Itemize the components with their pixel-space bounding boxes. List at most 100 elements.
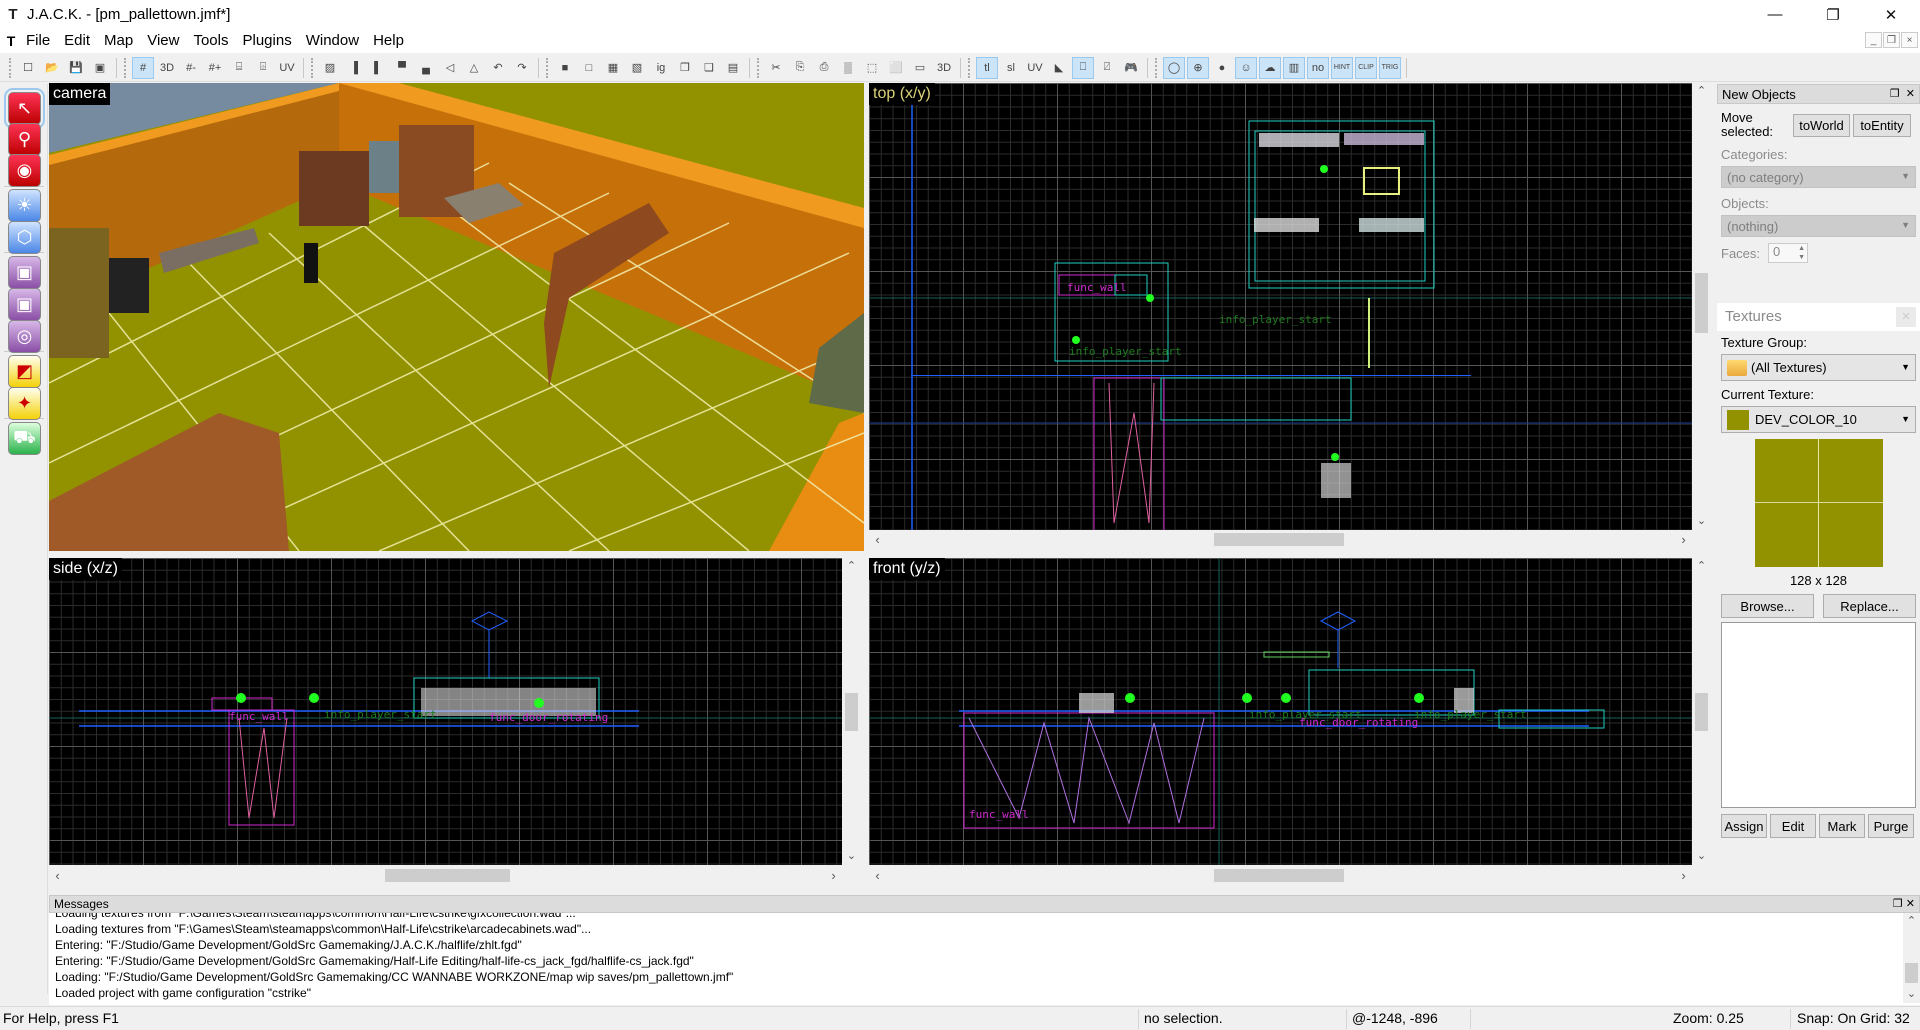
3d-box-button[interactable]: 3D	[933, 57, 955, 79]
hollow-button[interactable]: ▤	[722, 57, 744, 79]
front-hscrollbar[interactable]: ‹ ›	[869, 867, 1692, 884]
cone-button[interactable]: ⊕	[1187, 56, 1209, 79]
uv-lock-button[interactable]: UV	[276, 57, 298, 79]
menu-window[interactable]: Window	[299, 29, 366, 53]
mdi-close-button[interactable]: ×	[1901, 32, 1918, 48]
toolbar-grip[interactable]	[124, 57, 128, 78]
edit-button[interactable]: Edit	[1770, 814, 1816, 838]
scroll-right-icon[interactable]: ›	[825, 867, 842, 884]
close-button[interactable]: ✕	[1862, 0, 1920, 29]
larger-grid-button[interactable]: #+	[204, 57, 226, 79]
scroll-down-icon[interactable]: ⌄	[1903, 986, 1920, 1003]
close-icon[interactable]: ✕	[1906, 898, 1915, 910]
close-icon[interactable]: ✕	[1896, 307, 1916, 327]
faces-spinner[interactable]: 0 ▲ ▼	[1768, 243, 1809, 263]
run-game-button[interactable]: 🎮	[1120, 57, 1142, 79]
assign-button[interactable]: Assign	[1721, 814, 1767, 838]
paint-button[interactable]: ◣	[1048, 57, 1070, 79]
select-box-button[interactable]: ⬚	[861, 57, 883, 79]
side-hscrollbar[interactable]: ‹ ›	[49, 867, 842, 884]
scroll-right-icon[interactable]: ›	[1675, 867, 1692, 884]
sl-button[interactable]: sl	[1000, 57, 1022, 79]
side-vscrollbar[interactable]: ⌃ ⌄	[843, 558, 860, 865]
scroll-down-icon[interactable]: ⌄	[843, 848, 860, 865]
tie-to-entity-button[interactable]: ❐	[674, 57, 696, 79]
block-tool[interactable]: ⬡	[8, 221, 41, 254]
spinner-arrows-icon[interactable]: ▲ ▼	[1798, 244, 1805, 262]
menu-plugins[interactable]: Plugins	[236, 29, 299, 53]
replace-button[interactable]: Replace...	[1823, 594, 1916, 618]
smaller-grid-button[interactable]: #-	[180, 57, 202, 79]
scroll-left-icon[interactable]: ‹	[869, 531, 886, 548]
camera-tool[interactable]: ◉	[8, 154, 41, 187]
scroll-thumb[interactable]	[845, 693, 858, 731]
top-vscrollbar[interactable]: ⌃ ⌄	[1693, 83, 1710, 530]
align-bottom-button[interactable]: ▄	[415, 57, 437, 79]
menu-edit[interactable]: Edit	[57, 29, 97, 53]
texture-list[interactable]	[1721, 622, 1916, 808]
trig-button[interactable]: TRIG	[1379, 56, 1401, 79]
decal-tool[interactable]: ◎	[8, 320, 41, 353]
hint-button[interactable]: HINT	[1331, 56, 1353, 79]
toolbar-grip[interactable]	[9, 57, 13, 78]
show-all-button[interactable]: ▦	[602, 57, 624, 79]
cut-button[interactable]: ✂	[765, 57, 787, 79]
align-top-button[interactable]: ▀	[391, 57, 413, 79]
toolbar-grip[interactable]	[546, 57, 550, 78]
toolbar-grip[interactable]	[968, 57, 972, 78]
scroll-left-icon[interactable]: ‹	[869, 867, 886, 884]
menu-file[interactable]: File	[19, 29, 57, 53]
align-left-button[interactable]: ▐	[343, 57, 365, 79]
mark-button[interactable]: Mark	[1819, 814, 1865, 838]
scroll-up-icon[interactable]: ⌃	[1693, 558, 1710, 575]
toolbar-grip[interactable]	[311, 57, 315, 78]
carve-button[interactable]: ▨	[319, 57, 341, 79]
categories-select[interactable]: (no category) ▼	[1721, 166, 1916, 188]
messages-vscrollbar[interactable]: ⌃ ⌄	[1903, 913, 1920, 1003]
texture-preview[interactable]	[1754, 439, 1883, 567]
top-hscrollbar[interactable]: ‹ ›	[869, 531, 1692, 548]
hide-entities-button[interactable]: ▧	[626, 57, 648, 79]
toolbar-grip[interactable]	[1155, 57, 1159, 78]
open-button[interactable]: 📂	[41, 57, 63, 79]
vertex-box-button[interactable]: ⬜	[885, 57, 907, 79]
browse-button[interactable]: Browse...	[1721, 594, 1814, 618]
scroll-thumb[interactable]	[1214, 869, 1344, 882]
skybox-button[interactable]: ☁	[1259, 56, 1281, 79]
model-button[interactable]: ☺	[1235, 56, 1257, 79]
menu-help[interactable]: Help	[366, 29, 411, 53]
scroll-up-icon[interactable]: ⌃	[843, 558, 860, 575]
light-button[interactable]: ●	[1211, 57, 1233, 79]
poly-green-button[interactable]: ⍁	[1096, 57, 1118, 79]
save-as-button[interactable]: ▣	[89, 57, 111, 79]
paste-button[interactable]: ⎙	[813, 57, 835, 79]
toolbar-grip[interactable]	[757, 57, 761, 78]
to-world-button[interactable]: toWorld	[1793, 113, 1850, 137]
hide-button[interactable]: ■	[554, 57, 576, 79]
lock-button[interactable]: UV	[1024, 57, 1046, 79]
nodraw-button[interactable]: no	[1307, 56, 1329, 79]
document-icon[interactable]: T	[3, 33, 19, 49]
grid-button[interactable]: #	[132, 56, 154, 79]
selection-tool[interactable]: ↖	[4, 88, 45, 129]
save-button[interactable]: 💾	[65, 57, 87, 79]
clipping-tool[interactable]: ◩	[8, 355, 41, 388]
current-texture-select[interactable]: DEV_COLOR_10 ▼	[1721, 406, 1916, 433]
tl-button[interactable]: tl	[976, 56, 998, 79]
ignore-groups-button[interactable]: ig	[650, 57, 672, 79]
close-icon[interactable]: ✕	[1906, 87, 1915, 100]
hide-unselected-button[interactable]: □	[578, 57, 600, 79]
float-icon[interactable]: ❐	[1890, 87, 1900, 100]
sphere-button[interactable]: ◯	[1163, 56, 1185, 79]
vertex-tool[interactable]: ✦	[8, 387, 41, 420]
scroll-thumb[interactable]	[1695, 273, 1708, 333]
copy-button[interactable]: ⎘	[789, 57, 811, 79]
film-button[interactable]: ▥	[1283, 56, 1305, 79]
top-viewport[interactable]: func_wall info_player_start info_player_…	[869, 83, 1692, 530]
messages-log[interactable]: Loading textures from "F:\Games\Steam\st…	[49, 913, 1920, 1003]
scroll-left-icon[interactable]: ‹	[49, 867, 66, 884]
mdi-minimize-button[interactable]: _	[1865, 32, 1882, 48]
path-tool[interactable]: ⛟	[8, 422, 41, 455]
scroll-thumb[interactable]	[385, 869, 510, 882]
scroll-thumb[interactable]	[1905, 963, 1918, 983]
